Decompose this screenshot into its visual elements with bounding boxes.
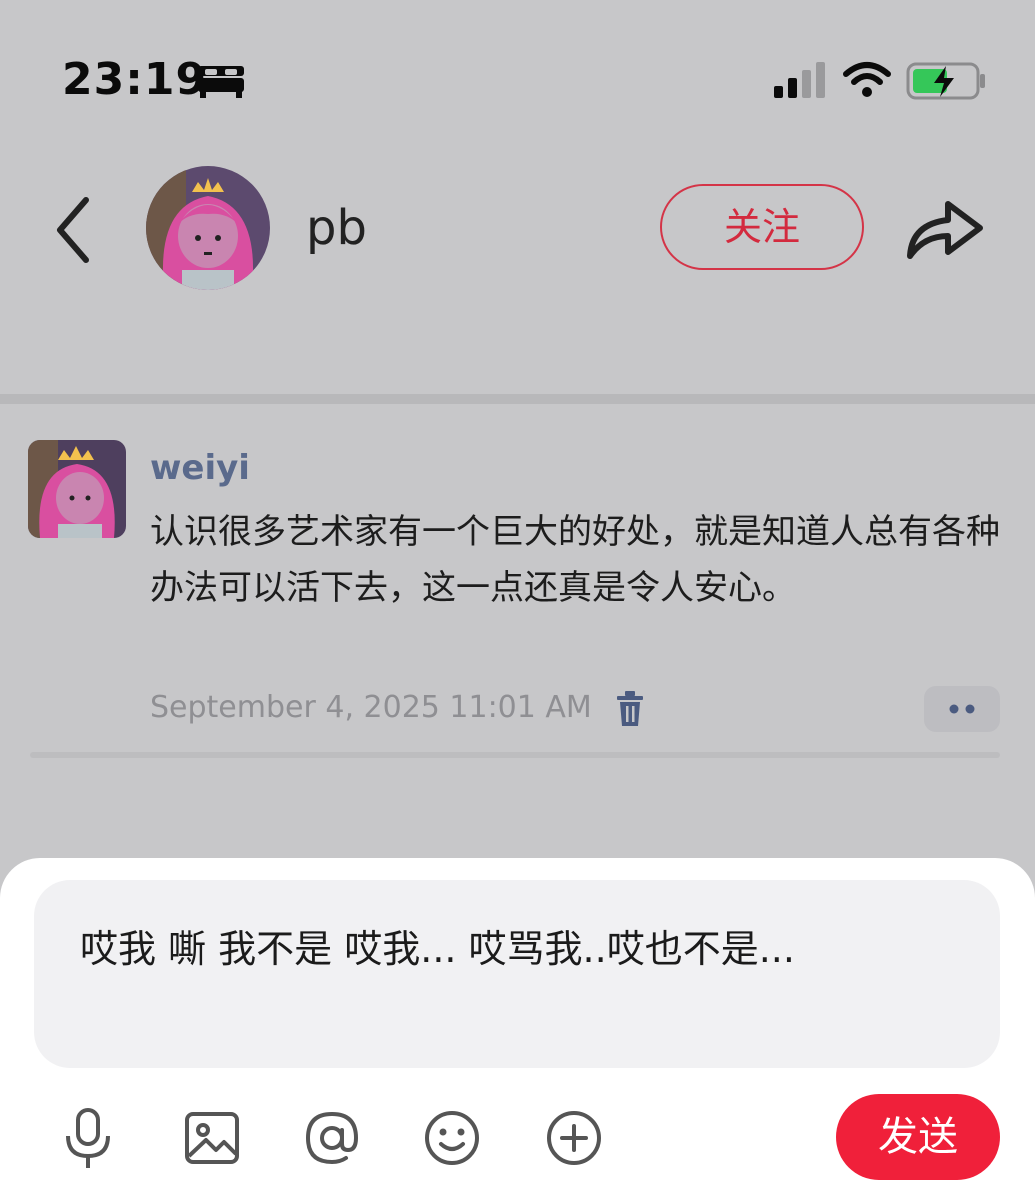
wifi-icon: [843, 62, 891, 97]
comment-avatar[interactable]: [28, 440, 126, 538]
comment-timestamp: September 4, 2025 11:01 AM: [150, 690, 592, 725]
comment-divider: [30, 752, 1000, 758]
signal-icon: [774, 62, 825, 98]
profile-avatar[interactable]: [146, 166, 270, 290]
comment-input-value[interactable]: 哎我 嘶 我不是 哎我... 哎骂我..哎也不是...: [80, 918, 960, 973]
battery-charging-icon: [906, 62, 985, 100]
comment-text: 认识很多艺术家有一个巨大的好处，就是知道人总有各种办法可以活下去，这一点还真是令…: [150, 512, 1000, 608]
plus-circle-icon[interactable]: [544, 1108, 604, 1168]
more-dots-icon: [949, 704, 975, 714]
share-arrow-icon: [907, 201, 983, 259]
image-icon[interactable]: [182, 1108, 242, 1168]
more-button[interactable]: [924, 686, 1000, 732]
share-button[interactable]: [902, 190, 988, 266]
status-time: 23:19: [62, 54, 208, 105]
back-button[interactable]: [48, 190, 100, 270]
section-divider: [0, 394, 1035, 404]
chevron-left-icon: [57, 197, 89, 263]
comment-input[interactable]: [34, 880, 1000, 1068]
emoji-icon[interactable]: [422, 1108, 482, 1168]
microphone-icon[interactable]: [60, 1106, 116, 1170]
at-icon[interactable]: [302, 1108, 362, 1168]
follow-button[interactable]: 关注: [660, 184, 864, 270]
profile-name: pb: [306, 200, 367, 256]
comment-username[interactable]: weiyi: [150, 448, 250, 488]
send-button[interactable]: 发送: [836, 1094, 1000, 1180]
bed-icon: [198, 66, 244, 98]
trash-icon[interactable]: [614, 690, 646, 728]
